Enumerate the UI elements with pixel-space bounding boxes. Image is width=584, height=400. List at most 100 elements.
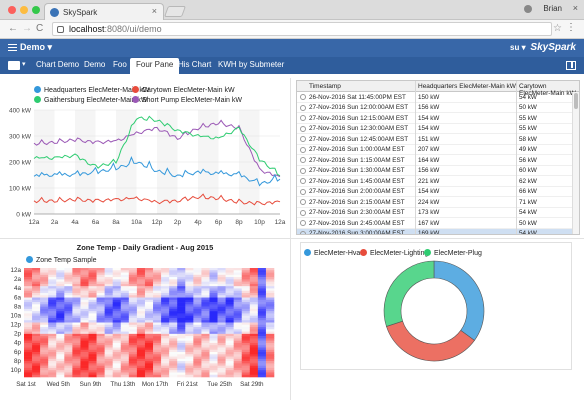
reload-icon[interactable]: C bbox=[36, 23, 43, 34]
table-row[interactable]: 27-Nov-2016 Sun 3:00:00AM EST 169 kW 54 kW bbox=[297, 228, 579, 234]
table-row[interactable]: 27-Nov-2016 Sun 1:00:00AM EST 207 kW 49 kW bbox=[297, 145, 579, 155]
heatmap-cell bbox=[72, 352, 81, 355]
column-header-headquarters[interactable]: Headquarters ElecMeter-Main kW bbox=[418, 83, 516, 90]
heatmap-cell bbox=[193, 268, 202, 271]
close-icon[interactable]: × bbox=[573, 3, 578, 13]
heatmap-cell bbox=[40, 286, 49, 289]
table-row[interactable]: 27-Nov-2016 Sun 1:45:00AM EST 221 kW 62 kW bbox=[297, 176, 579, 187]
heatmap-cell bbox=[161, 315, 170, 319]
clock-icon bbox=[300, 104, 306, 111]
heatmap-cell bbox=[209, 292, 218, 296]
heatmap-cell bbox=[40, 331, 49, 335]
heatmap-cell bbox=[144, 374, 154, 378]
pane-divider-horizontal[interactable] bbox=[0, 238, 584, 239]
browser-user-name[interactable]: Brian bbox=[543, 4, 562, 13]
heatmap-cell bbox=[161, 358, 170, 362]
table-row[interactable]: 27-Nov-2016 Sun 12:00:00AM EST 156 kW 50 k… bbox=[297, 103, 579, 113]
clock-icon bbox=[300, 167, 306, 174]
tab-his-chart[interactable]: His Chart bbox=[178, 60, 211, 69]
heatmap-cell bbox=[169, 288, 178, 292]
tab-demo[interactable]: Demo bbox=[84, 60, 105, 69]
heatmap-cell bbox=[153, 286, 162, 289]
heatmap-cell bbox=[112, 311, 122, 314]
tab-kwh-by-submeter[interactable]: KWH by Submeter bbox=[218, 60, 284, 69]
back-icon[interactable]: ← bbox=[8, 23, 18, 34]
heatmap-cell bbox=[104, 290, 114, 294]
column-separator[interactable] bbox=[415, 81, 416, 234]
heatmap-cell bbox=[80, 374, 89, 378]
browser-menu-icon[interactable]: ⋮ bbox=[566, 22, 576, 33]
heatmap-cell bbox=[80, 315, 89, 319]
heatmap-cell bbox=[40, 345, 49, 348]
bookmark-star-icon[interactable]: ☆ bbox=[553, 23, 562, 34]
heatmap-cell bbox=[32, 363, 41, 366]
heatmap-cell bbox=[153, 352, 162, 355]
heatmap-cell bbox=[88, 338, 97, 341]
table-row[interactable]: 27-Nov-2016 Sun 1:15:00AM EST 164 kW 56 kW bbox=[297, 155, 579, 166]
side-panel-icon[interactable] bbox=[566, 61, 576, 70]
table-row[interactable]: 27-Nov-2016 Sun 12:30:00AM EST 154 kW 55 k… bbox=[297, 124, 579, 134]
browser-tab[interactable]: SkySpark × bbox=[44, 3, 164, 20]
close-window-button[interactable] bbox=[8, 6, 16, 14]
heatmap-cell bbox=[32, 361, 41, 364]
heatmap-cell bbox=[112, 331, 122, 335]
column-header-timestamp[interactable]: Timestamp bbox=[309, 83, 341, 90]
user-menu[interactable]: su ▾ bbox=[510, 43, 526, 52]
heatmap-cell bbox=[24, 272, 33, 276]
table-row[interactable]: 27-Nov-2016 Sun 2:00:00AM EST 154 kW 66 kW bbox=[297, 187, 579, 197]
heatmap-cell bbox=[225, 340, 234, 344]
donut-svg[interactable] bbox=[296, 240, 580, 400]
heatmap-cell bbox=[161, 322, 170, 326]
tab-close-icon[interactable]: × bbox=[152, 6, 157, 16]
table-row[interactable]: 27-Nov-2016 Sun 1:30:00AM EST 156 kW 60 kW bbox=[297, 166, 579, 176]
chevron-down-icon[interactable]: ▾ bbox=[22, 60, 26, 68]
forward-icon[interactable]: → bbox=[22, 23, 32, 34]
tab-chart-demo[interactable]: Chart Demo bbox=[36, 60, 79, 69]
heatmap-cell bbox=[225, 268, 234, 271]
heatmap-cell bbox=[233, 358, 243, 362]
heatmap-cell bbox=[72, 313, 81, 316]
table-row[interactable]: 27-Nov-2016 Sun 2:15:00AM EST 224 kW 71 kW bbox=[297, 197, 579, 208]
line-chart-svg[interactable]: 400 kW300 kW200 kW100 kW0 kW12a 2a 4a 6a 8a 1… bbox=[0, 76, 290, 236]
heatmap-cell bbox=[64, 365, 73, 369]
project-selector[interactable]: Demo ▾ bbox=[20, 42, 52, 53]
table-scrollbar[interactable] bbox=[572, 92, 579, 234]
table-row[interactable]: 27-Nov-2016 Sun 2:30:00AM EST 173 kW 54 kW bbox=[297, 208, 579, 218]
url-input[interactable]: localhost:8080/ui/demo bbox=[52, 22, 552, 36]
new-tab-button[interactable] bbox=[163, 6, 187, 17]
column-separator[interactable] bbox=[516, 81, 517, 234]
heatmap-cell bbox=[153, 333, 162, 337]
tab-foo[interactable]: Foo bbox=[113, 60, 127, 69]
heatmap-cell bbox=[193, 290, 202, 294]
heatmap-cell bbox=[40, 338, 49, 341]
heatmap-cell bbox=[96, 304, 105, 307]
heatmap-svg[interactable]: 12a2a4a6a8a10a12p2p4p6p8p10pSat 1st Wed 5… bbox=[0, 240, 290, 400]
heatmap-cell bbox=[80, 345, 89, 348]
minimize-window-button[interactable] bbox=[20, 6, 28, 14]
table-row[interactable]: 27-Nov-2016 Sun 12:15:00AM EST 154 kW 55 k… bbox=[297, 113, 579, 124]
heatmap-cell bbox=[24, 327, 33, 330]
heatmap-cell bbox=[169, 372, 178, 376]
heatmap-cell bbox=[209, 304, 218, 307]
table-row[interactable]: 27-Nov-2016 Sun 2:45:00AM EST 167 kW 50 kW bbox=[297, 218, 579, 229]
heatmap-cell bbox=[104, 295, 114, 298]
folder-icon[interactable] bbox=[8, 61, 20, 70]
table-row[interactable]: 27-Nov-2016 Sun 12:45:00AM EST 151 kW 58 k… bbox=[297, 134, 579, 145]
maximize-window-button[interactable] bbox=[32, 6, 40, 14]
heatmap-cell bbox=[48, 279, 57, 282]
scrollbar-thumb[interactable] bbox=[574, 93, 578, 109]
heatmap-cell bbox=[120, 299, 130, 303]
heatmap-cell bbox=[40, 281, 49, 285]
hamburger-menu-icon[interactable] bbox=[8, 44, 17, 51]
heatmap-cell bbox=[64, 299, 73, 303]
heatmap-cell bbox=[209, 324, 218, 328]
pane-divider-vertical[interactable] bbox=[290, 78, 291, 400]
heatmap-cell bbox=[193, 274, 202, 278]
heatmap-cell bbox=[225, 297, 234, 301]
heatmap-cell bbox=[32, 358, 41, 362]
heatmap-cell bbox=[72, 322, 81, 326]
heatmap-cell bbox=[257, 356, 267, 360]
heatmap-cell bbox=[201, 292, 210, 296]
table-row[interactable]: 26-Nov-2016 Sat 11:45:00PM EST 150 kW 54 k… bbox=[297, 92, 579, 103]
tab-four-pane[interactable]: Four Pane bbox=[130, 58, 180, 74]
